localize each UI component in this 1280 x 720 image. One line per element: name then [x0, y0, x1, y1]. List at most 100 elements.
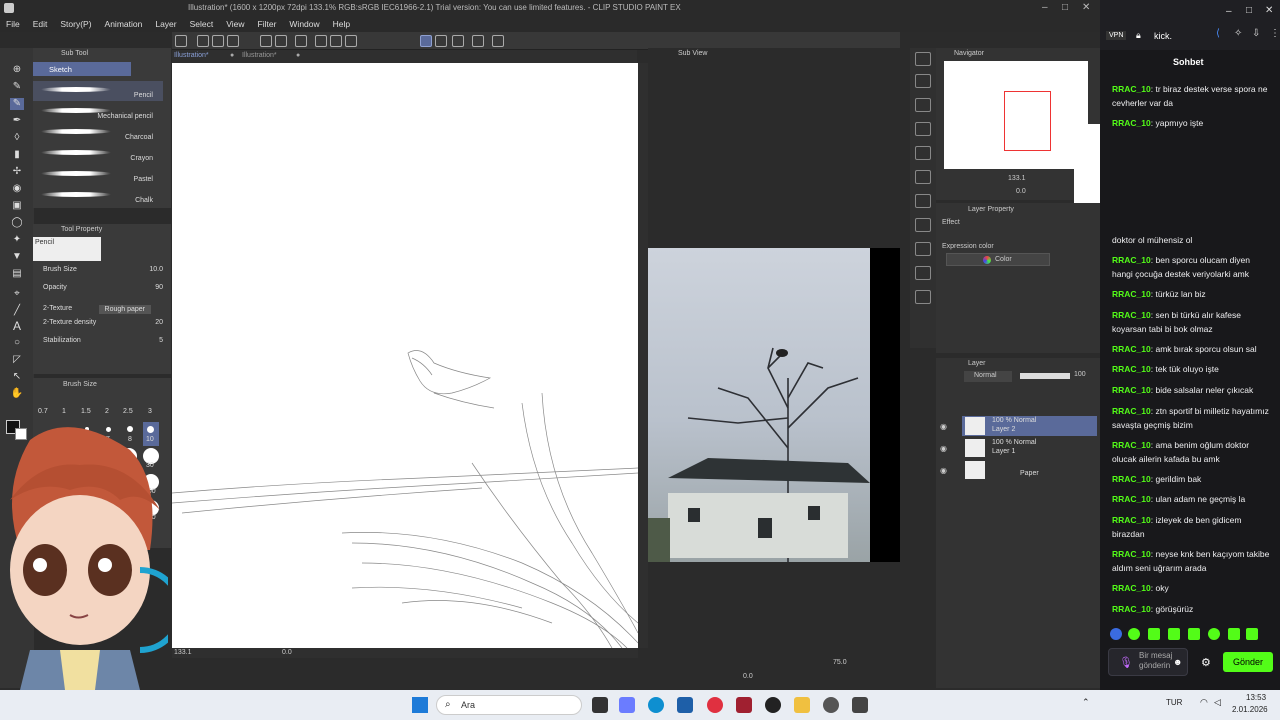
move-tool-icon[interactable]: ✎: [10, 81, 24, 93]
texture-row[interactable]: 2-Texture Rough paper: [43, 305, 163, 314]
layer-icon[interactable]: [915, 170, 931, 184]
size-label[interactable]: 1: [62, 408, 66, 415]
emote-icon[interactable]: [1168, 628, 1180, 640]
size-label[interactable]: 2: [105, 408, 109, 415]
angle-value[interactable]: 0.0: [282, 649, 292, 656]
help-icon[interactable]: [492, 35, 504, 47]
vpn-badge[interactable]: VPN: [1106, 31, 1127, 40]
clock-time[interactable]: 13:53: [1246, 693, 1266, 702]
airbrush-tool-icon[interactable]: ◉: [10, 183, 24, 195]
extension-icon[interactable]: ⟨: [1216, 28, 1220, 39]
blend-tool-icon[interactable]: ✢: [10, 166, 24, 178]
brush-item[interactable]: Charcoal: [33, 123, 163, 143]
chat-input[interactable]: 🎙︎ Bir mesaj gönderin ☻: [1108, 648, 1188, 676]
eye-icon[interactable]: ◉: [940, 444, 947, 453]
layer-row[interactable]: 100 % Normal Layer 1: [962, 438, 1097, 458]
eye-icon[interactable]: ◉: [940, 466, 947, 475]
menu-edit[interactable]: Edit: [33, 19, 48, 29]
close-tab-icon[interactable]: ●: [296, 52, 300, 59]
volume-icon[interactable]: ◁: [1214, 697, 1221, 708]
loading-icon[interactable]: [295, 35, 307, 47]
menu-view[interactable]: View: [226, 19, 244, 29]
frame-tool-icon[interactable]: ◸: [10, 354, 24, 366]
edge-icon[interactable]: [648, 697, 664, 713]
store-icon[interactable]: [677, 697, 693, 713]
menu-help[interactable]: Help: [333, 19, 350, 29]
history-icon[interactable]: [915, 146, 931, 160]
fill-tool-icon[interactable]: ▼: [10, 251, 24, 263]
fill-icon[interactable]: [315, 35, 327, 47]
mic-icon[interactable]: 🎙︎: [1119, 656, 1133, 669]
opacity-slider[interactable]: [1020, 373, 1070, 379]
gradient-tool-icon[interactable]: ▤: [10, 268, 24, 280]
brush-item[interactable]: Pencil: [33, 81, 163, 101]
emote-icon[interactable]: [1128, 628, 1140, 640]
menu-window[interactable]: Window: [289, 19, 319, 29]
brush-item[interactable]: Mechanical pencil: [33, 102, 163, 122]
emote-icon[interactable]: [1228, 628, 1240, 640]
brush-item[interactable]: Crayon: [33, 144, 163, 164]
app-icon[interactable]: [765, 697, 781, 713]
timeline-icon[interactable]: [915, 266, 931, 280]
expression-color-select[interactable]: Color: [946, 253, 1050, 266]
size-label[interactable]: 1.5: [81, 408, 91, 415]
send-button[interactable]: Gönder: [1223, 652, 1273, 672]
stabilization-row[interactable]: Stabilization 5: [43, 337, 163, 344]
doc-tab[interactable]: Illustration*: [174, 52, 209, 59]
palette-icon[interactable]: [915, 218, 931, 232]
ruler-icon[interactable]: [452, 35, 464, 47]
emoji-icon[interactable]: ☻: [1173, 657, 1182, 667]
zoom-value[interactable]: 133.1: [174, 649, 192, 656]
brush-size-row[interactable]: Brush Size 10.0: [43, 266, 163, 273]
material-icon[interactable]: [915, 98, 931, 112]
doc-tab[interactable]: Illustration*: [242, 52, 277, 59]
operation-tool-icon[interactable]: ↖: [10, 371, 24, 383]
text-tool-icon[interactable]: A: [10, 320, 24, 332]
color-icon[interactable]: [915, 194, 931, 208]
texture-density-row[interactable]: 2-Texture density 20: [43, 319, 163, 326]
eye-icon[interactable]: ◉: [940, 422, 947, 431]
chevron-up-icon[interactable]: ⌃: [1082, 697, 1090, 708]
snap-ruler-icon[interactable]: [435, 35, 447, 47]
clip-studio-icon[interactable]: [852, 697, 868, 713]
navigator-zoom[interactable]: 133.1: [1008, 175, 1026, 182]
menu-select[interactable]: Select: [190, 19, 214, 29]
maximize-button[interactable]: □: [1246, 5, 1252, 16]
size-label[interactable]: 0.7: [38, 408, 48, 415]
close-tab-icon[interactable]: ●: [230, 52, 234, 59]
start-icon[interactable]: [412, 697, 428, 713]
menu-file[interactable]: File: [6, 19, 20, 29]
layer-row[interactable]: 100 % Normal Layer 2: [962, 416, 1097, 436]
emote-icon[interactable]: [1246, 628, 1258, 640]
language-indicator[interactable]: TUR: [1166, 698, 1182, 707]
size-label[interactable]: 3: [148, 408, 152, 415]
ruler-icon[interactable]: [915, 242, 931, 256]
download-icon[interactable]: ⇩: [1252, 28, 1260, 39]
close-icon[interactable]: [915, 122, 931, 136]
close-button[interactable]: ✕: [1082, 2, 1090, 13]
drawing-canvas[interactable]: [171, 63, 639, 649]
search-box[interactable]: ⌕ Ara: [436, 695, 582, 715]
maximize-button[interactable]: □: [1062, 2, 1068, 13]
brush-item[interactable]: Chalk: [33, 186, 163, 206]
menu-icon[interactable]: ⋮: [1270, 28, 1280, 39]
opacity-value[interactable]: 100: [1074, 371, 1086, 378]
info-icon[interactable]: [915, 290, 931, 304]
task-view-icon[interactable]: [592, 697, 608, 713]
copilot-icon[interactable]: [619, 697, 635, 713]
lasso-tool-icon[interactable]: ◯: [10, 217, 24, 229]
emote-icon[interactable]: [1110, 628, 1122, 640]
pencil-tool-icon[interactable]: ✎: [10, 98, 24, 110]
pen-tool-icon[interactable]: ✒: [10, 115, 24, 127]
grid-icon[interactable]: [472, 35, 484, 47]
new-file-icon[interactable]: [197, 35, 209, 47]
clock-date[interactable]: 2.01.2026: [1232, 705, 1268, 714]
app-icon[interactable]: [823, 697, 839, 713]
puzzle-icon[interactable]: ✧: [1234, 28, 1242, 39]
eraser-tool-icon[interactable]: ◊: [10, 132, 24, 144]
size-label[interactable]: 2.5: [123, 408, 133, 415]
minimize-button[interactable]: –: [1042, 2, 1048, 13]
file-explorer-icon[interactable]: [794, 697, 810, 713]
search-icon[interactable]: [915, 52, 931, 66]
emote-icon[interactable]: [1188, 628, 1200, 640]
